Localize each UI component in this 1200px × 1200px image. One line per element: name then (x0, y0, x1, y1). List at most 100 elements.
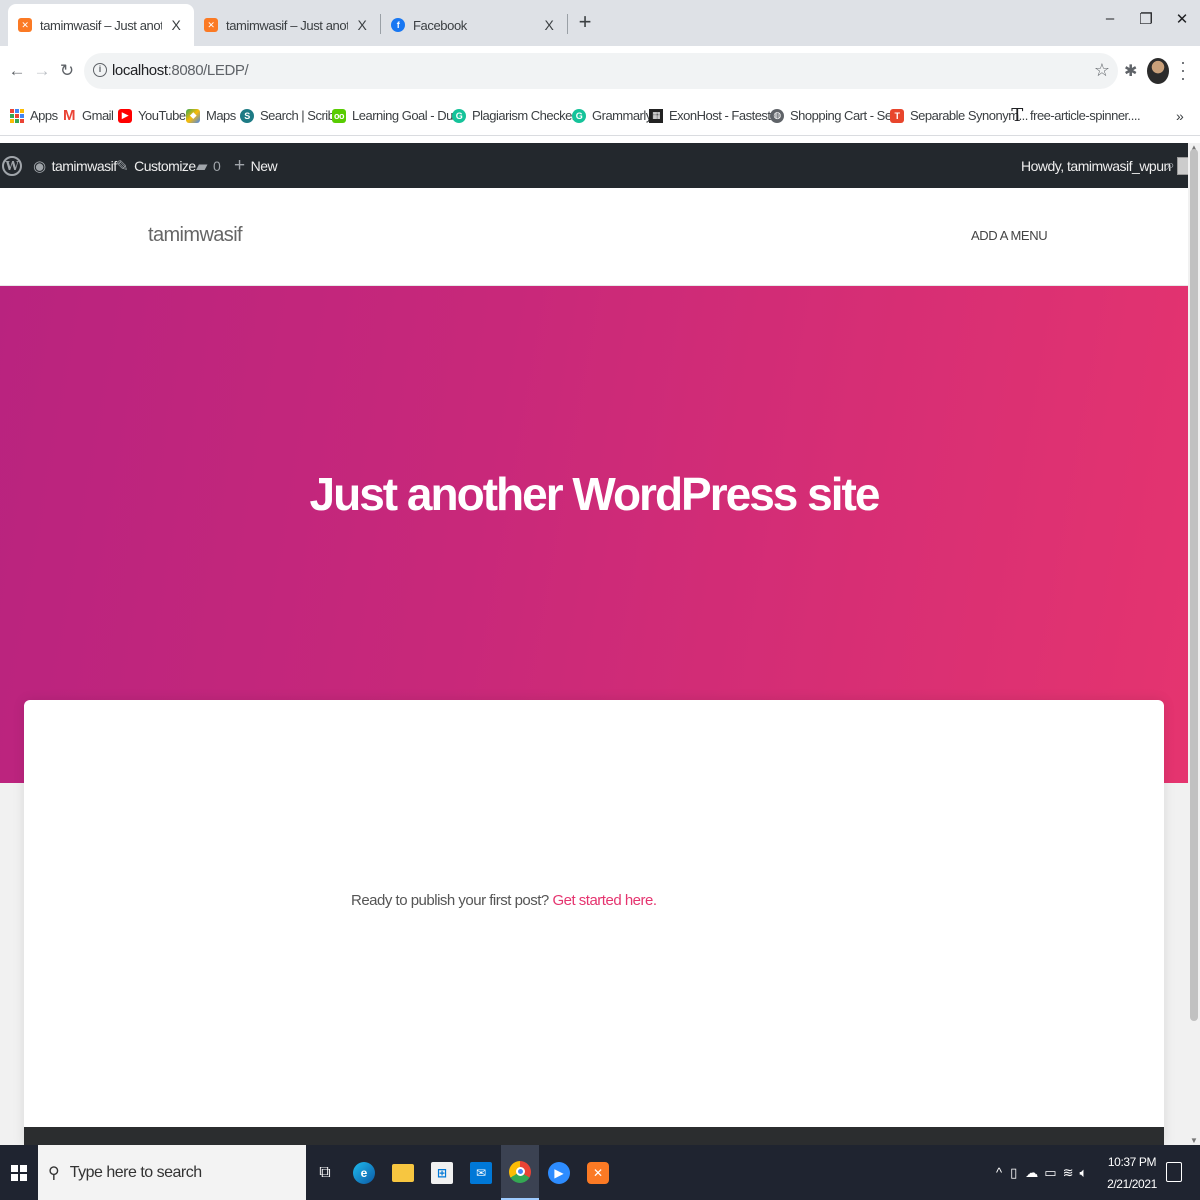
user-avatar (1176, 156, 1188, 175)
reload-button[interactable]: ↻ (56, 60, 78, 82)
maximize-button[interactable]: ❐ (1136, 10, 1156, 28)
bookmark-label: Gmail (82, 108, 114, 123)
tab-2[interactable]: ✕ tamimwasif – Just another WordPress si… (194, 4, 380, 46)
scrollbar-thumb[interactable] (1190, 149, 1198, 1021)
bookmark-scribd[interactable]: S Search | Scribd (240, 108, 342, 123)
thesaurus-icon: T (890, 108, 904, 123)
forward-button[interactable]: → (31, 60, 53, 82)
page-viewport: W ◉ tamimwasif ✎ Customize ▰ 0 + New How… (0, 143, 1188, 1145)
admin-site-name-label: tamimwasif (51, 157, 118, 174)
bookmark-label: Learning Goal - Du... (352, 108, 463, 123)
gmail-icon: M (63, 107, 76, 124)
zoom-button[interactable]: ▶ (540, 1145, 578, 1200)
get-started-link[interactable]: Get started here. (552, 892, 657, 909)
address-bar[interactable]: i localhost:8080/LEDP/ ☆ (84, 53, 1118, 89)
maps-icon: ⬥ (186, 108, 200, 123)
tab-1[interactable]: ✕ tamimwasif – Just another WordPress si… (8, 4, 194, 46)
notification-center-icon[interactable] (1166, 1162, 1182, 1182)
bookmark-maps[interactable]: ⬥ Maps (186, 108, 236, 123)
footer-strip (24, 1127, 1164, 1145)
bookmark-star-icon[interactable]: ☆ (1094, 60, 1110, 81)
add-menu-link[interactable]: ADD A MENU (971, 228, 1048, 243)
site-header: tamimwasif ADD A MENU (0, 188, 1188, 286)
youtube-icon: ▶ (118, 108, 132, 123)
howdy-text: Howdy, tamimwasif_wpun (1021, 157, 1171, 174)
show-hidden-icons-icon[interactable]: ^ (996, 1165, 1002, 1180)
file-explorer-icon (392, 1163, 414, 1182)
bookmark-shopping-cart[interactable]: ◍ Shopping Cart - Ser... (770, 108, 905, 123)
bookmark-exonhost[interactable]: ▦ ExonHost - Fastest... (649, 108, 780, 123)
minimize-button[interactable]: – (1100, 10, 1120, 27)
page-scrollbar[interactable]: ▲ ▼ (1188, 143, 1200, 1145)
post-prompt-text: Ready to publish your first post? (351, 892, 553, 909)
url-host: localhost (112, 62, 168, 79)
store-button[interactable]: ⊞ (423, 1145, 461, 1200)
windows-logo-icon (10, 1164, 27, 1181)
start-button[interactable] (0, 1145, 37, 1200)
close-tab-icon[interactable]: X (168, 17, 184, 33)
duolingo-icon: oo (332, 108, 346, 123)
edge-icon: e (353, 1161, 375, 1184)
wordpress-logo-icon: W (2, 155, 22, 176)
clock-date: 2/21/2021 (1107, 1177, 1157, 1191)
zoom-icon: ▶ (548, 1161, 570, 1184)
wifi-icon[interactable]: ≋ (1063, 1165, 1074, 1181)
browser-tab-strip: ✕ tamimwasif – Just another WordPress si… (0, 0, 1200, 46)
tab-3[interactable]: f Facebook X (381, 4, 567, 46)
scroll-down-arrow-icon[interactable]: ▼ (1190, 1136, 1198, 1145)
search-icon: ⌕ (1166, 156, 1175, 174)
file-explorer-button[interactable] (384, 1145, 422, 1200)
bookmark-duolingo[interactable]: oo Learning Goal - Du... (332, 108, 463, 123)
mail-button[interactable]: ✉ (462, 1145, 500, 1200)
tab-title: Facebook (413, 17, 467, 33)
admin-comments[interactable]: ▰ 0 (196, 143, 221, 188)
bookmark-plagiarism-checker[interactable]: G Plagiarism Checker... (452, 108, 585, 123)
profile-avatar[interactable] (1147, 58, 1169, 84)
content-card: Ready to publish your first post? Get st… (24, 700, 1164, 1145)
close-tab-icon[interactable]: X (354, 17, 370, 33)
battery-icon[interactable]: ▭ (1044, 1165, 1056, 1181)
admin-customize[interactable]: ✎ Customize (116, 143, 196, 188)
task-view-button[interactable]: ⧉ (306, 1145, 344, 1200)
admin-my-account[interactable]: Howdy, tamimwasif_wpun (1021, 143, 1188, 188)
xampp-button[interactable]: ✕ (579, 1145, 617, 1200)
xampp-icon: ✕ (18, 18, 32, 32)
grammarly-icon: G (572, 108, 586, 123)
new-tab-button[interactable]: + (574, 10, 596, 36)
browser-menu-icon[interactable]: · · · (1176, 53, 1190, 87)
taskbar-clock[interactable]: 10:37 PM 2/21/2021 (1106, 1151, 1158, 1195)
meet-now-icon[interactable]: ▯ (1010, 1165, 1017, 1181)
bookmark-separable-synonym[interactable]: T Separable Synonym... (890, 108, 1028, 123)
edge-button[interactable]: e (345, 1145, 383, 1200)
info-icon[interactable]: i (93, 63, 107, 77)
dashboard-icon: ◉ (33, 157, 46, 175)
bookmark-grammarly[interactable]: G Grammarly (572, 108, 652, 123)
admin-new-content[interactable]: + New (234, 143, 278, 188)
bookmark-label: YouTube (138, 108, 186, 123)
site-title[interactable]: tamimwasif (148, 224, 243, 247)
volume-icon[interactable]: 🔈︎ (1079, 1165, 1087, 1181)
url-text[interactable]: localhost:8080/LEDP/ (112, 62, 249, 79)
chrome-button[interactable] (501, 1145, 539, 1200)
close-window-button[interactable]: ✕ (1172, 10, 1192, 28)
onedrive-icon[interactable]: ☁ (1025, 1165, 1038, 1181)
system-tray: ^ ▯ ☁ ▭ ≋ 🔈︎ (996, 1145, 1087, 1200)
bookmarks-overflow-button[interactable]: » (1176, 108, 1184, 124)
wp-logo-menu[interactable]: W (2, 143, 22, 188)
plus-icon: + (234, 154, 245, 176)
admin-site-name[interactable]: ◉ tamimwasif (33, 143, 117, 188)
search-icon: ⚲ (48, 1164, 60, 1182)
extensions-puzzle-icon[interactable]: ✱ (1124, 61, 1137, 81)
comments-count: 0 (213, 157, 221, 174)
bookmark-gmail[interactable]: M Gmail (62, 107, 114, 124)
admin-search[interactable]: ⌕ (1166, 143, 1175, 188)
taskbar-search-box[interactable]: ⚲ Type here to search (38, 1145, 306, 1200)
windows-taskbar: ⚲ Type here to search ⧉ e ⊞ ✉ ▶ ✕ ^ ▯ ☁ … (0, 1145, 1200, 1200)
bookmark-youtube[interactable]: ▶ YouTube (118, 108, 186, 123)
back-button[interactable]: ← (6, 60, 28, 82)
bookmark-apps[interactable]: Apps (10, 108, 58, 123)
close-tab-icon[interactable]: X (541, 17, 557, 33)
bookmark-article-spinner[interactable]: T free-article-spinner.... (1010, 105, 1140, 126)
admin-new-label: New (250, 157, 278, 174)
bookmark-label: Apps (30, 108, 58, 123)
